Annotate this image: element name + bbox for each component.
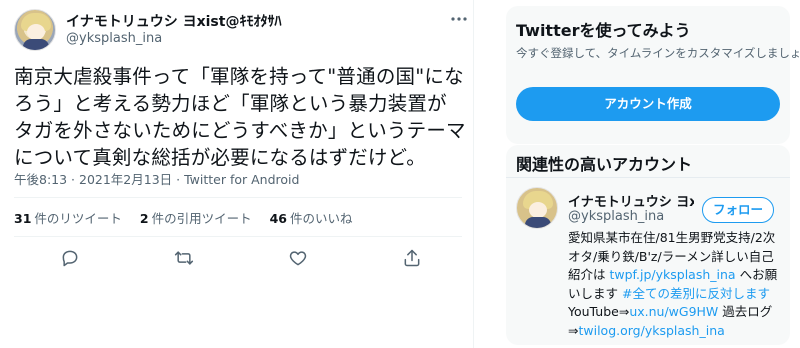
quote-stat[interactable]: 2 件の引用ツイート: [140, 211, 252, 226]
like-icon[interactable]: [288, 248, 310, 270]
retweet-icon[interactable]: [174, 248, 196, 270]
tweet-actions: [0, 248, 474, 272]
divider: [14, 236, 462, 237]
avatar-body: [23, 39, 49, 50]
tweet-timestamp[interactable]: 午後8:13 · 2021年2月13日 · Twitter for Androi…: [14, 169, 299, 188]
related-account-bio: 愛知県某市在住/81生男野党支持/2次オタ/乗り鉄/B'z/ラーメン詳しい自己紹…: [568, 229, 784, 341]
like-stat[interactable]: 46 件のいいね: [270, 211, 353, 226]
avatar-face: [27, 24, 45, 40]
create-account-button[interactable]: アカウント作成: [516, 87, 780, 121]
share-icon[interactable]: [402, 248, 424, 270]
signup-title: Twitterを使ってみよう: [516, 21, 691, 40]
signup-card: Twitterを使ってみよう 今すぐ登録して、タイムラインをカスタマイズしましょ…: [506, 6, 800, 144]
related-account-avatar[interactable]: [516, 187, 558, 229]
related-account-name[interactable]: イナモトリュウシ ヨxist@ｷﾓｵﾀｻﾊ: [568, 191, 694, 210]
more-options-icon[interactable]: [451, 12, 467, 22]
related-title: 関連性の高いアカウント: [516, 155, 693, 174]
tweet-detail: イナモトリュウシ ヨxist@ｷﾓｵﾀｻﾊ @yksplash_ina 南京大虐…: [0, 0, 474, 348]
bio-text: YouTube⇒: [568, 304, 630, 320]
retweet-count: 31: [14, 211, 32, 226]
author-name[interactable]: イナモトリュウシ ヨxist@ｷﾓｵﾀｻﾊ: [66, 11, 281, 31]
avatar-body: [525, 217, 551, 228]
quote-label: 件の引用ツイート: [151, 211, 252, 226]
quote-count: 2: [139, 211, 149, 226]
tweet-text: 南京大虐殺事件って「軍隊を持って"普通の国"になろう」と考える勢力ほど「軍隊とい…: [14, 65, 466, 169]
avatar-face: [529, 202, 547, 218]
divider: [506, 177, 790, 178]
divider: [14, 197, 462, 198]
related-accounts-card: 関連性の高いアカウント イナモトリュウシ ヨxist@ｷﾓｵﾀｻﾊ @ykspl…: [506, 145, 790, 345]
bio-link[interactable]: twilog.org/yksplash_ina: [578, 323, 724, 338]
like-label: 件のいいね: [290, 211, 353, 226]
follow-button[interactable]: フォロー: [702, 197, 774, 223]
bio-link[interactable]: twpf.jp/yksplash_ina: [609, 267, 735, 282]
bio-hashtag[interactable]: #全ての差別に反対します: [622, 286, 770, 301]
retweet-stat[interactable]: 31 件のリツイート: [14, 211, 122, 226]
related-account-handle[interactable]: @yksplash_ina: [568, 209, 664, 224]
bio-link[interactable]: ux.nu/wG9HW: [629, 304, 718, 319]
tweet-stats: 31 件のリツイート 2 件の引用ツイート 46 件のいいね: [14, 208, 367, 227]
retweet-label: 件のリツイート: [34, 211, 122, 226]
signup-subtitle: 今すぐ登録して、タイムラインをカスタマイズしましょう。: [516, 46, 800, 60]
author-handle[interactable]: @yksplash_ina: [66, 31, 162, 46]
reply-icon[interactable]: [60, 248, 82, 270]
author-avatar[interactable]: [14, 9, 56, 51]
like-count: 46: [269, 211, 288, 226]
